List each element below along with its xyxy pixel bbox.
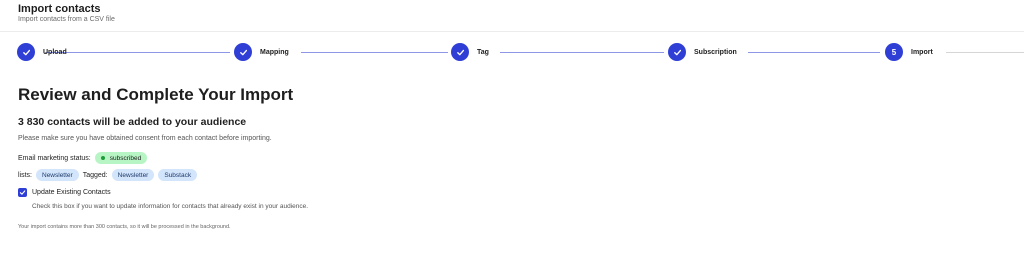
consent-note: Please make sure you have obtained conse… bbox=[18, 135, 272, 142]
review-section: Review and Complete Your Import 3 830 co… bbox=[18, 84, 1008, 231]
page-subtitle: Import contacts from a CSV file bbox=[18, 16, 115, 23]
update-existing-checkbox[interactable] bbox=[18, 188, 27, 197]
step-connector bbox=[748, 51, 880, 53]
page-header: Import contacts Import contacts from a C… bbox=[0, 0, 1024, 32]
check-icon bbox=[451, 43, 469, 61]
step-number: 5 bbox=[885, 43, 903, 61]
tagged-label: Tagged: bbox=[82, 171, 108, 179]
step-upload[interactable]: Upload bbox=[17, 42, 67, 62]
step-label: Mapping bbox=[260, 48, 289, 56]
tag-badge: Newsletter bbox=[111, 169, 155, 181]
check-icon bbox=[17, 43, 35, 61]
status-dot-icon bbox=[100, 156, 105, 160]
update-existing-option[interactable]: Update Existing Contacts bbox=[18, 188, 1008, 197]
page-title: Import contacts bbox=[18, 3, 101, 15]
step-label: Import bbox=[911, 48, 933, 56]
step-import[interactable]: 5 Import bbox=[885, 42, 933, 62]
step-connector bbox=[45, 51, 230, 53]
step-label: Tag bbox=[477, 48, 489, 56]
email-status-row: Email marketing status: subscribed bbox=[18, 152, 1008, 164]
lists-label: lists: bbox=[18, 171, 32, 179]
list-badge: Newsletter bbox=[36, 169, 79, 181]
step-mapping[interactable]: Mapping bbox=[234, 42, 289, 62]
status-value: subscribed bbox=[109, 154, 142, 162]
check-icon bbox=[19, 190, 26, 195]
review-heading: Review and Complete Your Import bbox=[18, 85, 294, 104]
step-connector bbox=[946, 51, 1024, 53]
status-badge: subscribed bbox=[94, 152, 148, 164]
status-label: Email marketing status: bbox=[18, 154, 91, 162]
step-label: Subscription bbox=[694, 48, 737, 56]
tag-badge: Substack bbox=[158, 169, 198, 181]
step-connector bbox=[500, 51, 664, 53]
step-subscription[interactable]: Subscription bbox=[668, 42, 737, 62]
update-existing-help: Check this box if you want to update inf… bbox=[32, 203, 309, 210]
step-label: Upload bbox=[43, 48, 67, 56]
check-icon bbox=[234, 43, 252, 61]
import-stepper: Upload Mapping Tag Subscription 5 Import bbox=[0, 42, 1024, 62]
check-icon bbox=[668, 43, 686, 61]
step-connector bbox=[301, 51, 448, 53]
step-tag[interactable]: Tag bbox=[451, 42, 489, 62]
background-note: Your import contains more than 300 conta… bbox=[18, 224, 231, 230]
update-existing-label[interactable]: Update Existing Contacts bbox=[32, 189, 111, 196]
contacts-summary: 3 830 contacts will be added to your aud… bbox=[18, 116, 247, 128]
lists-tags-row: lists: Newsletter Tagged: Newsletter Sub… bbox=[18, 169, 1008, 181]
